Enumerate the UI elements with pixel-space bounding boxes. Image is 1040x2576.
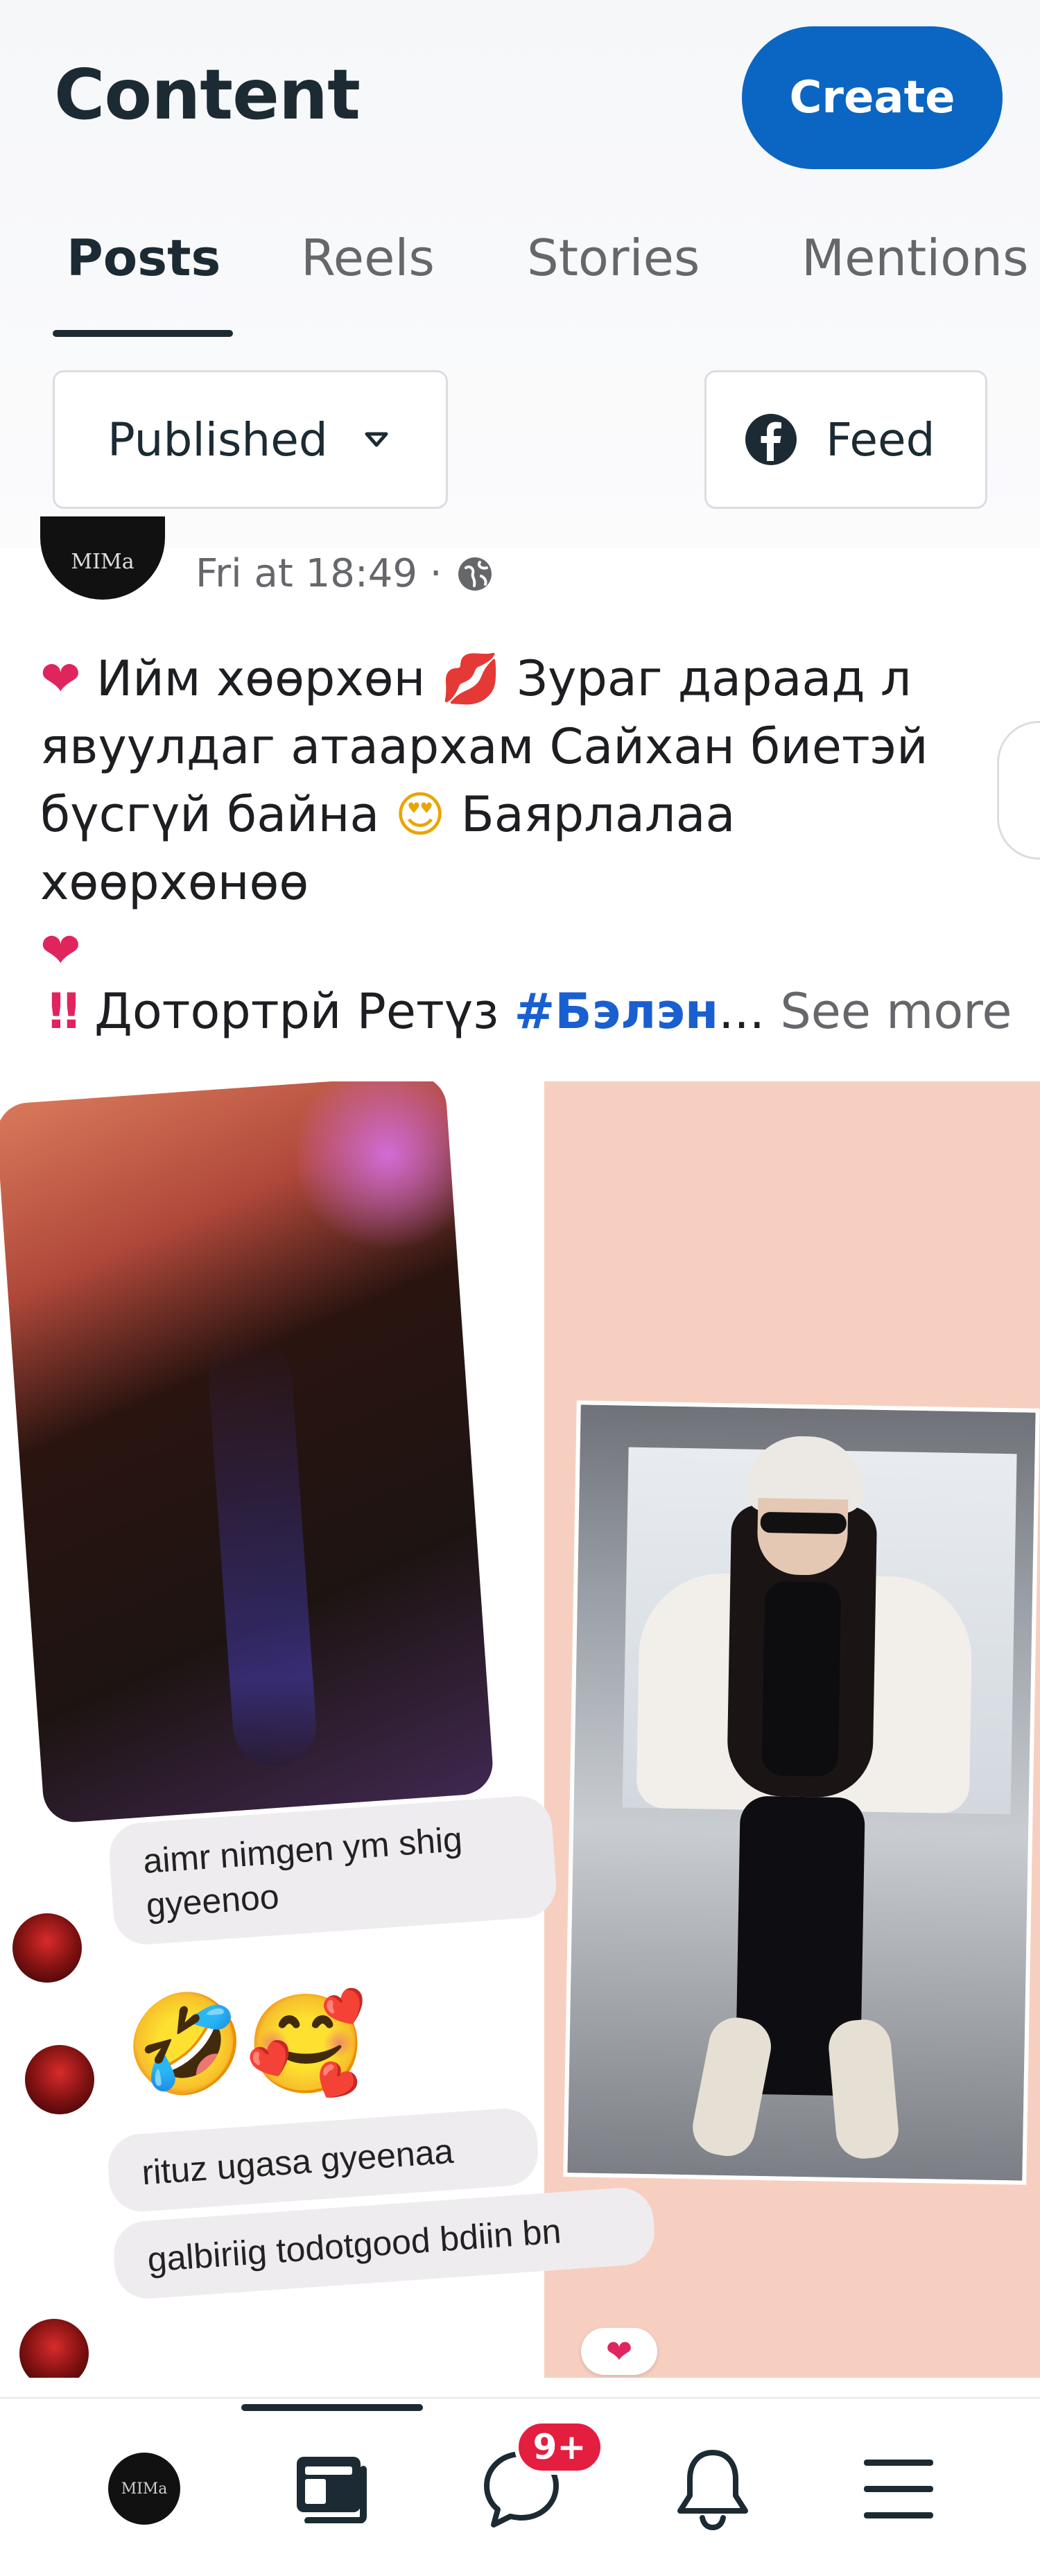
- heart-eyes-emoji: 😍: [395, 786, 446, 843]
- commenter-avatar: [12, 1913, 82, 1983]
- pages-icon: [297, 2457, 367, 2523]
- active-nav-indicator: [241, 2404, 423, 2411]
- carousel-edge-button[interactable]: [997, 721, 1040, 860]
- post-text-line1-b: Зураг дараад л: [517, 650, 912, 707]
- active-tab-indicator: [53, 330, 233, 337]
- notifications-badge: 9+: [514, 2419, 605, 2475]
- nav-profile[interactable]: MIMa: [96, 2440, 193, 2537]
- feed-filter-button[interactable]: Feed: [704, 370, 987, 509]
- menu-icon: [864, 2460, 933, 2518]
- post-author-avatar[interactable]: MIMa: [40, 516, 165, 600]
- facebook-icon: [745, 414, 797, 465]
- tab-reels[interactable]: Reels: [301, 229, 435, 287]
- hashtag-link[interactable]: #Бэлэн: [514, 983, 719, 1040]
- post-meta: Fri at 18:49 ·: [196, 551, 494, 596]
- nav-pages[interactable]: [284, 2440, 381, 2537]
- chevron-down-icon: [365, 432, 388, 447]
- tab-mentions[interactable]: Mentions: [801, 229, 1028, 287]
- post-text-line3-a: бүсгүй байна: [40, 786, 380, 843]
- heart-emoji-end: ❤: [40, 922, 81, 979]
- create-button[interactable]: Create: [742, 26, 1003, 169]
- commenter-avatar: [25, 2045, 94, 2114]
- bottom-navigation: MIMa 9+: [0, 2397, 1040, 2576]
- continuation-text: Дотортрй Ретүз: [94, 983, 499, 1040]
- globe-icon: [458, 557, 492, 591]
- page-title: Content: [54, 54, 361, 135]
- content-tabs: Posts Reels Stories Mentions: [0, 229, 1040, 340]
- post-text-line1-a: Ийм хөөрхөн: [96, 650, 426, 707]
- model-photo: [563, 1400, 1040, 2185]
- avatar-logo-text: MIMa: [71, 550, 135, 574]
- content-header: Content Create Posts Reels Stories Menti…: [0, 0, 1040, 548]
- status-filter-dropdown[interactable]: Published: [53, 370, 448, 509]
- profile-avatar: MIMa: [108, 2453, 180, 2525]
- post-continuation: ‼ Дотортрй Ретүз #Бэлэн... See more: [49, 983, 1012, 1040]
- kiss-emoji: 💋: [440, 650, 501, 707]
- post-text-line2: явуулдаг атаархам Сайхан биетэй: [40, 718, 928, 775]
- laughing-hearts-emojis: 🤣🥰: [125, 1988, 367, 2101]
- tab-stories[interactable]: Stories: [527, 229, 700, 287]
- post-image[interactable]: aimr nimgen ym shig gyeenoo 🤣🥰 rituz uga…: [0, 1081, 1040, 2378]
- heart-reaction: ❤: [581, 2328, 657, 2375]
- bell-icon: [677, 2450, 748, 2531]
- nav-notifications[interactable]: [664, 2440, 761, 2537]
- post-timestamp[interactable]: Fri at 18:49 ·: [196, 551, 442, 596]
- post-message: ❤ Ийм хөөрхөн 💋 Зураг дараад л явуулдаг …: [40, 645, 1011, 984]
- tab-posts[interactable]: Posts: [67, 229, 220, 287]
- feed-filter-label: Feed: [826, 412, 935, 467]
- leggings-photo: [0, 1081, 495, 1825]
- double-exclamation-emoji: ‼: [49, 983, 79, 1040]
- see-more-link[interactable]: See more: [780, 983, 1012, 1040]
- status-filter-label: Published: [107, 412, 328, 467]
- nav-menu[interactable]: [850, 2440, 947, 2537]
- heart-emoji: ❤: [40, 650, 81, 707]
- ellipsis: ...: [718, 983, 765, 1040]
